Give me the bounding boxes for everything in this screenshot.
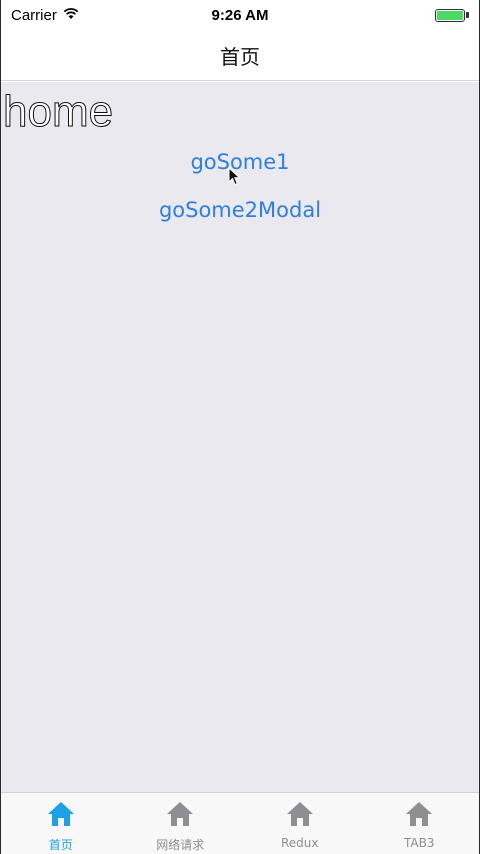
tab-redux[interactable]: Redux	[240, 793, 360, 854]
navigation-bar: 首页	[1, 30, 479, 81]
phone-screen: Carrier 9:26 AM 首页 home goSome1 goSome2M…	[0, 0, 480, 854]
tab-redux-label: Redux	[280, 836, 319, 850]
go-some2-modal-button[interactable]: goSome2Modal	[1, 198, 479, 222]
home-icon	[166, 801, 194, 832]
tab-home[interactable]: 首页	[1, 793, 121, 854]
home-heading: home	[2, 87, 114, 136]
carrier-label: Carrier	[11, 6, 57, 24]
tab-tab3-label: TAB3	[404, 836, 435, 850]
home-icon	[47, 801, 75, 832]
mouse-cursor-icon	[228, 166, 242, 192]
status-left: Carrier	[11, 7, 79, 24]
status-bar: Carrier 9:26 AM	[1, 0, 479, 30]
battery-icon	[435, 8, 469, 22]
home-icon	[405, 801, 433, 832]
main-content: home goSome1 goSome2Modal	[1, 82, 479, 792]
tab-network-request[interactable]: 网络请求	[121, 793, 241, 854]
home-icon	[286, 801, 314, 832]
tab-home-label: 首页	[48, 838, 73, 852]
tab-tab3[interactable]: TAB3	[360, 793, 480, 854]
tab-bar: 首页 网络请求 Redux TAB3	[1, 792, 479, 854]
tab-network-request-label: 网络请求	[156, 838, 205, 852]
page-title: 首页	[220, 44, 260, 69]
wifi-icon	[63, 7, 79, 24]
